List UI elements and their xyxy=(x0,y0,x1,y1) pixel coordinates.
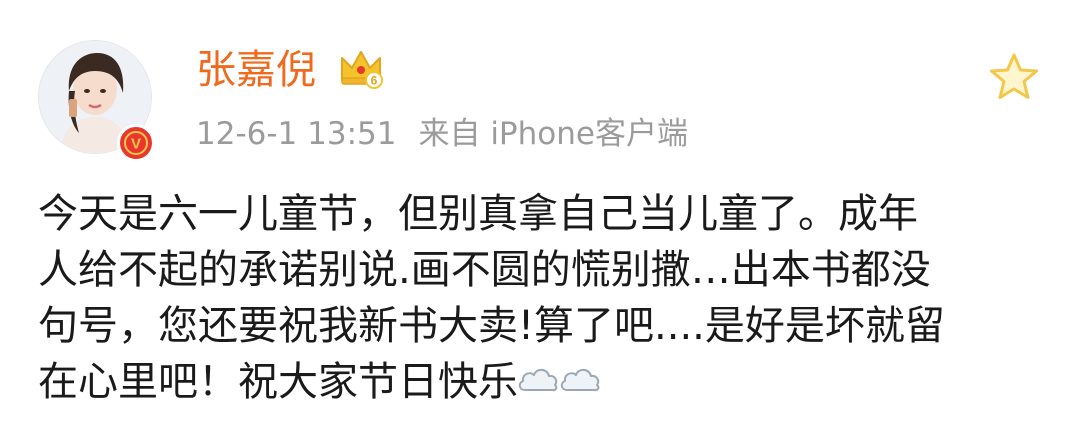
post-content-line: 今天是六一儿童节，但别真拿自己当儿童了。成年 xyxy=(38,191,918,237)
cloud-icon xyxy=(558,356,602,412)
post-timestamp[interactable]: 12-6-1 13:51 xyxy=(196,116,396,152)
member-level-number: 6 xyxy=(371,74,378,88)
cloud-icon xyxy=(516,356,560,412)
verified-badge-icon: V xyxy=(117,124,155,162)
author-name[interactable]: 张嘉倪 xyxy=(196,44,316,96)
member-crown-icon[interactable]: 6 xyxy=(338,46,384,94)
post-content-line: 句号，您还要祝我新书大卖!算了吧....是好是坏就留 xyxy=(38,303,945,349)
post-content-line: 人给不起的承诺别说.画不圆的慌别撒…出本书都没 xyxy=(38,247,931,293)
favorite-star-icon[interactable] xyxy=(988,52,1040,106)
verified-badge-letter: V xyxy=(131,136,141,153)
post-source: 来自 iPhone客户端 xyxy=(418,116,688,152)
author-avatar-container[interactable]: V xyxy=(38,40,162,164)
post-meta: 12-6-1 13:51 来自 iPhone客户端 xyxy=(196,112,688,156)
post-content-line-last: 在心里吧！祝大家节日快乐 xyxy=(38,354,1038,410)
post-content: 今天是六一儿童节，但别真拿自己当儿童了。成年 人给不起的承诺别说.画不圆的慌别撒… xyxy=(38,186,1038,410)
post-content-line-text: 在心里吧！祝大家节日快乐 xyxy=(38,359,518,405)
